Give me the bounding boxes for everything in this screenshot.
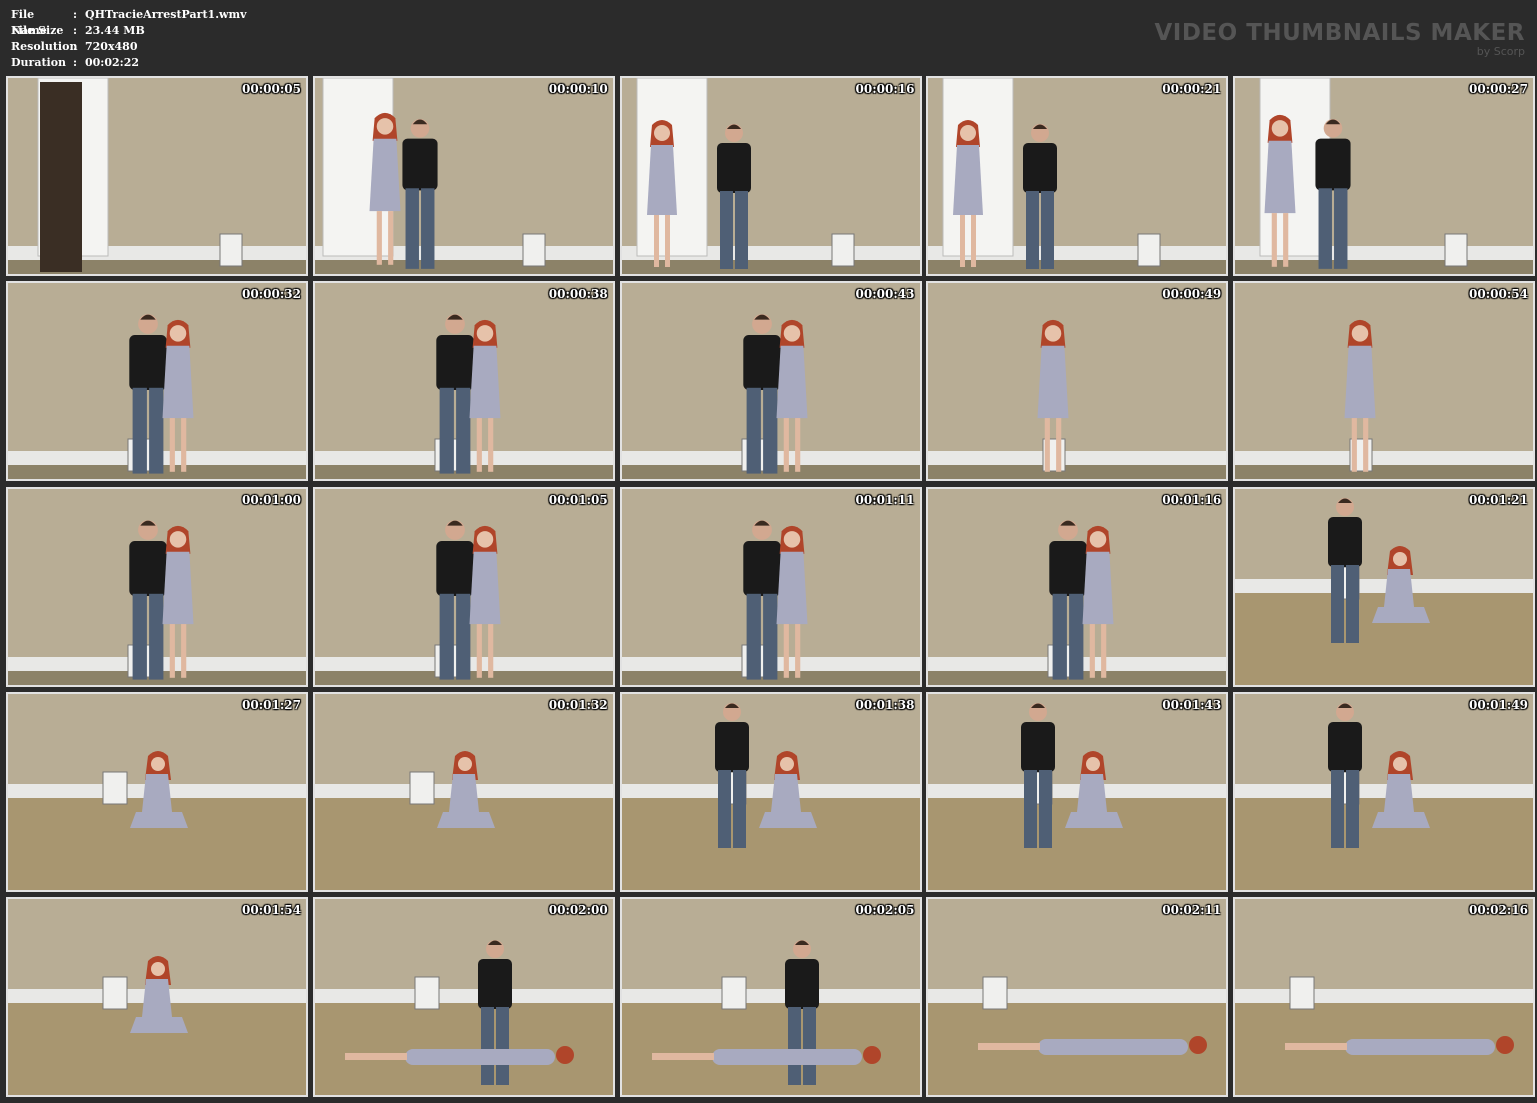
timestamp-label: 00:01:00: [242, 492, 301, 507]
file-name-label: File Name: [11, 8, 47, 37]
brand-title: VIDEO THUMBNAILS MAKER: [1154, 20, 1525, 46]
duration-label: Duration: [11, 56, 67, 69]
thumbnail-frame: [928, 78, 1227, 274]
separator: :: [73, 8, 78, 21]
file-name-value: QHTracieArrestPart1.wmv: [85, 8, 247, 21]
thumbnail-frame: [621, 283, 920, 480]
thumbnail-frame: [314, 899, 613, 1095]
timestamp-label: 00:02:16: [1469, 903, 1528, 917]
timestamp-label: 00:01:49: [1469, 697, 1528, 712]
timestamp-label: 00:01:27: [242, 697, 301, 712]
video-thumbnail[interactable]: 00:01:54: [6, 897, 308, 1097]
video-thumbnail[interactable]: 00:00:32: [6, 281, 308, 482]
timestamp-label: 00:01:21: [1469, 492, 1528, 507]
separator: :: [73, 56, 78, 69]
timestamp-label: 00:00:16: [855, 82, 915, 96]
video-thumbnail[interactable]: 00:01:43: [926, 691, 1229, 892]
video-thumbnail[interactable]: 00:02:00: [312, 897, 615, 1097]
brand-subtitle: by Scorp: [1476, 45, 1525, 58]
video-thumbnail[interactable]: 00:00:27: [1233, 76, 1535, 276]
video-thumbnail[interactable]: 00:00:10: [312, 76, 615, 276]
file-name-row: File Name : QHTracieArrestPart1.wmv: [11, 7, 247, 37]
file-size-value: 23.44 MB: [85, 24, 145, 37]
resolution-row: Resolution : 720x480: [11, 39, 247, 55]
video-thumbnail[interactable]: 00:01:00: [6, 486, 308, 687]
resolution-label: Resolution: [11, 40, 78, 53]
video-thumbnail[interactable]: 00:01:32: [312, 691, 615, 892]
video-thumbnail[interactable]: 00:00:21: [926, 76, 1229, 276]
video-thumbnail[interactable]: 00:01:11: [619, 486, 922, 687]
timestamp-label: 00:00:49: [1162, 287, 1222, 302]
thumbnail-frame: [8, 488, 306, 685]
thumbnail-frame: [8, 693, 306, 890]
video-thumbnail[interactable]: 00:00:43: [619, 281, 922, 482]
timestamp-label: 00:01:54: [242, 903, 301, 917]
timestamp-label: 00:00:27: [1469, 82, 1528, 96]
file-size-row: File Size : 23.44 MB: [11, 23, 247, 39]
timestamp-label: 00:01:38: [855, 697, 915, 712]
timestamp-label: 00:01:16: [1162, 492, 1222, 507]
video-thumbnail[interactable]: 00:00:05: [6, 76, 308, 276]
video-thumbnail[interactable]: 00:00:54: [1233, 281, 1535, 482]
file-info-panel: File Name : QHTracieArrestPart1.wmv File…: [11, 7, 247, 71]
thumbnail-frame: [1235, 283, 1533, 480]
video-thumbnail[interactable]: 00:01:38: [619, 691, 922, 892]
video-thumbnail[interactable]: 00:02:05: [619, 897, 922, 1097]
thumbnail-frame: [314, 693, 613, 890]
thumbnail-frame: [8, 899, 306, 1095]
thumbnail-frame: [8, 78, 306, 274]
timestamp-label: 00:01:43: [1162, 697, 1222, 712]
thumbnail-frame: [314, 78, 613, 274]
resolution-value: 720x480: [85, 40, 138, 53]
video-thumbnail[interactable]: 00:02:16: [1233, 897, 1535, 1097]
timestamp-label: 00:00:05: [242, 82, 301, 96]
timestamp-label: 00:00:43: [855, 287, 915, 302]
video-thumbnail[interactable]: 00:00:16: [619, 76, 922, 276]
timestamp-label: 00:02:05: [855, 903, 915, 917]
thumbnail-frame: [1235, 693, 1533, 890]
thumbnail-frame: [621, 899, 920, 1095]
timestamp-label: 00:00:38: [548, 287, 608, 302]
thumbnail-frame: [928, 283, 1227, 480]
thumbnail-frame: [928, 488, 1227, 685]
timestamp-label: 00:00:32: [242, 287, 301, 302]
video-thumbnail[interactable]: 00:00:49: [926, 281, 1229, 482]
thumbnail-grid: 00:00:05 00:00:10 00:00:16 00:00:21 00:0…: [6, 76, 1535, 1097]
timestamp-label: 00:00:10: [548, 82, 608, 96]
thumbnail-frame: [621, 488, 920, 685]
timestamp-label: 00:02:00: [548, 903, 608, 917]
thumbnail-frame: [1235, 488, 1533, 685]
timestamp-label: 00:01:05: [548, 492, 608, 507]
timestamp-label: 00:01:32: [548, 697, 608, 712]
timestamp-label: 00:02:11: [1162, 903, 1222, 917]
thumbnail-frame: [621, 693, 920, 890]
file-size-label: File Size: [11, 24, 64, 37]
video-thumbnail[interactable]: 00:01:21: [1233, 486, 1535, 687]
duration-row: Duration : 00:02:22: [11, 55, 247, 71]
video-thumbnail[interactable]: 00:00:38: [312, 281, 615, 482]
video-thumbnail[interactable]: 00:01:16: [926, 486, 1229, 687]
thumbnail-frame: [314, 488, 613, 685]
video-thumbnail[interactable]: 00:01:27: [6, 691, 308, 892]
thumbnail-frame: [621, 78, 920, 274]
thumbnail-frame: [928, 693, 1227, 890]
thumbnail-frame: [1235, 78, 1533, 274]
brand-watermark: VIDEO THUMBNAILS MAKER by Scorp: [1154, 20, 1525, 58]
duration-value: 00:02:22: [85, 56, 140, 69]
video-thumbnail[interactable]: 00:02:11: [926, 897, 1229, 1097]
video-thumbnail[interactable]: 00:01:05: [312, 486, 615, 687]
thumbnail-frame: [1235, 899, 1533, 1095]
timestamp-label: 00:01:11: [855, 492, 915, 507]
separator: :: [73, 24, 78, 37]
timestamp-label: 00:00:54: [1469, 287, 1528, 302]
timestamp-label: 00:00:21: [1162, 82, 1222, 96]
thumbnail-frame: [928, 899, 1227, 1095]
video-thumbnail[interactable]: 00:01:49: [1233, 691, 1535, 892]
thumbnail-frame: [8, 283, 306, 480]
separator: :: [73, 40, 78, 53]
thumbnail-frame: [314, 283, 613, 480]
